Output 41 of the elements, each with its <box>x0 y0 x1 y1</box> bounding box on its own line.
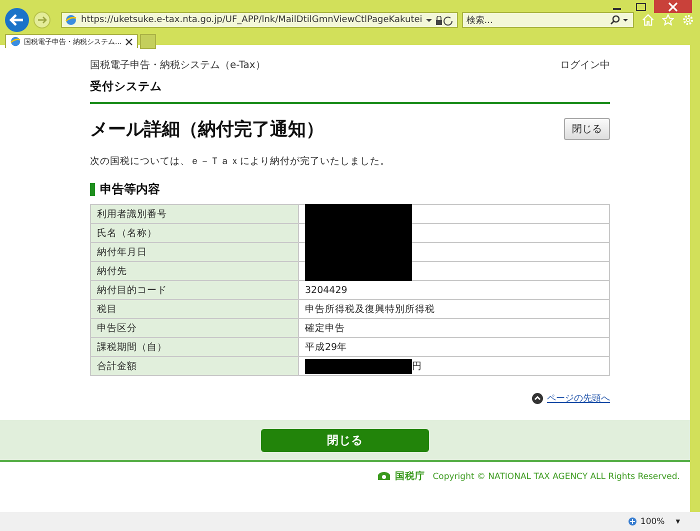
subsystem-name: 受付システム <box>90 79 163 94</box>
field-value: 円 <box>298 356 610 376</box>
agency-name: 国税庁 <box>394 470 425 483</box>
field-value: 確定申告 <box>298 318 610 338</box>
field-value: 平成29年 <box>298 338 610 356</box>
field-label: 課税期間（自） <box>90 338 298 356</box>
address-bar[interactable]: https://uketsuke.e-tax.nta.go.jp/UF_APP/lnk/MailDtilGmnViewCtlPageKakutei <box>61 12 458 28</box>
close-page-button[interactable]: 閉じる <box>564 118 610 140</box>
section-heading: 申告等内容 <box>90 183 610 196</box>
login-status: ログイン中 <box>560 58 610 72</box>
zoom-icon <box>628 517 638 526</box>
zoom-menu-caret[interactable]: ▾ <box>676 516 680 526</box>
close-tab-icon[interactable] <box>124 38 133 46</box>
zoom-level: 100% <box>640 516 665 526</box>
field-label: 納付先 <box>90 262 298 280</box>
search-icon <box>610 15 630 25</box>
field-label: 合計金額 <box>90 356 298 376</box>
close-icon <box>668 2 678 12</box>
lock-refresh-icon <box>426 16 454 26</box>
agency-logo-icon <box>376 471 391 482</box>
page-title: メール詳細（納付完了通知） <box>90 118 324 141</box>
system-name: 国税電子申告・納税システム（e-Tax） <box>90 58 266 72</box>
field-label: 税目 <box>90 300 298 318</box>
close-button[interactable] <box>654 0 692 13</box>
search-field[interactable]: 検索... <box>462 12 634 28</box>
notice-text: 次の国税については、ｅ－Ｔａｘにより納付が完了いたしました。 <box>90 155 391 168</box>
back-button[interactable] <box>5 8 29 32</box>
page-icon <box>65 14 77 26</box>
copyright-text: Copyright © NATIONAL TAX AGENCY ALL Rights Reserved. <box>432 472 680 482</box>
field-value: 3204429 <box>298 280 610 300</box>
field-label: 納付年月日 <box>90 242 298 262</box>
field-label: 納付目的コード <box>90 280 298 300</box>
field-label: 利用者識別番号 <box>90 204 298 224</box>
star-icon[interactable] <box>662 13 674 27</box>
field-label: 申告区分 <box>90 318 298 338</box>
close-button-large[interactable]: 閉じる <box>261 428 429 452</box>
page-top-link[interactable]: ページの先頭へ <box>532 392 610 405</box>
field-value: 申告所得税及復興特別所得税 <box>298 300 610 318</box>
field-label: 氏名（名称） <box>90 224 298 242</box>
zoom-control[interactable]: 100% ▾ <box>628 516 680 526</box>
page-icon <box>10 36 21 47</box>
